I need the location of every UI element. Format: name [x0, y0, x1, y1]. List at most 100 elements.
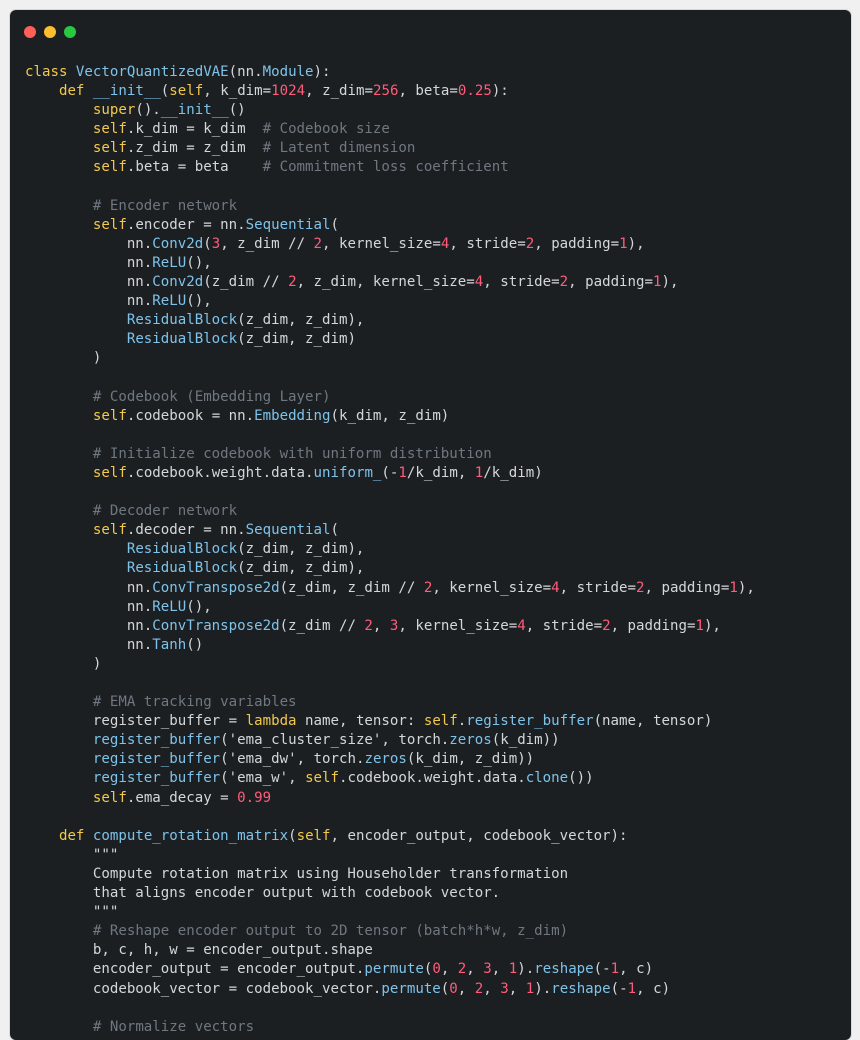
code-token: () [186, 636, 204, 653]
code-line: b, c, h, w = encoder_output.shape [25, 941, 755, 960]
code-token: .codebook = nn. [126, 407, 255, 424]
code-token: self [92, 789, 127, 806]
code-token: .codebook.weight.data. [126, 464, 314, 481]
maximize-button[interactable] [64, 26, 76, 38]
code-token: (nn. [228, 64, 263, 80]
code-line: ​ [25, 808, 755, 827]
code-token: , [457, 980, 475, 997]
code-token: , [440, 961, 458, 978]
code-token: 2 [288, 274, 297, 291]
code-token: (z_dim // [279, 617, 365, 634]
code-line: # EMA tracking variables [25, 693, 755, 712]
minimize-button[interactable] [44, 26, 56, 38]
code-token: 1 [627, 980, 637, 997]
code-token: __init__ [160, 102, 229, 119]
code-token: 1 [508, 961, 518, 978]
code-token: ResidualBlock [126, 560, 238, 577]
code-line: self.k_dim = k_dim # Codebook size [25, 120, 755, 139]
code-token: , torch. [381, 732, 450, 749]
code-token: .beta = beta [126, 159, 263, 176]
code-token: 3 [483, 961, 492, 978]
code-token: (k_dim)) [491, 732, 560, 749]
code-token: ReLU [152, 254, 187, 271]
code-line: encoder_output = encoder_output.permute (… [25, 960, 755, 979]
code-token: , k_dim= [203, 83, 272, 100]
code-token: , beta= [398, 83, 458, 100]
code-token: . [457, 713, 467, 730]
code-token: # Codebook size [262, 121, 390, 138]
code-token: /k_dim, [406, 464, 475, 481]
code-token: 2 [364, 617, 373, 634]
code-token: self [92, 522, 127, 539]
code-token: """ [25, 904, 119, 921]
code-token: ( [220, 770, 229, 787]
code-token: (), [186, 293, 212, 310]
code-line: register_buffer('ema_dw', torch.zeros(k_… [25, 750, 755, 769]
code-line: super().__init__() [25, 101, 755, 120]
code-token: Sequential [245, 522, 331, 539]
code-token: , [288, 770, 306, 787]
code-token: 0.99 [237, 789, 272, 806]
code-token: b, c, h, w = encoder_output.shape [25, 942, 373, 959]
code-token: that aligns encoder output with codebook… [25, 885, 501, 902]
code-token: VectorQuantizedVAE [75, 64, 229, 80]
code-line: nn.ReLU(), [25, 598, 755, 617]
code-token: register_buffer [92, 732, 221, 749]
code-token: , c) [636, 980, 671, 997]
code-token: (k_dim, z_dim)) [406, 751, 535, 768]
code-token: self [169, 83, 204, 100]
code-token: , [372, 617, 390, 634]
code-token: (z_dim, z_dim), [237, 560, 365, 577]
code-line: self.ema_decay = 0.99 [25, 789, 755, 808]
close-button[interactable] [24, 26, 36, 38]
code-token: , z_dim // [220, 235, 314, 252]
code-token: 'ema_w' [228, 770, 289, 787]
code-token: ) [25, 655, 102, 672]
code-token: self [296, 827, 331, 844]
code-line: ​ [25, 369, 755, 388]
code-token: # EMA tracking variables [92, 694, 297, 711]
code-token: (- [381, 464, 399, 481]
code-token: Conv2d [152, 274, 204, 291]
code-line: ​ [25, 426, 755, 445]
code-line: ) [25, 655, 755, 674]
code-token: reshape [534, 961, 594, 978]
code-line: nn.Tanh() [25, 636, 755, 655]
code-token: Tanh [152, 636, 187, 653]
code-token: 1 [610, 961, 620, 978]
code-line: nn.ConvTranspose2d(z_dim // 2, 3, kernel… [25, 617, 755, 636]
code-token: ReLU [152, 598, 187, 615]
code-line: ResidualBlock(z_dim, z_dim), [25, 540, 755, 559]
code-token: nn. [25, 617, 153, 634]
code-line: # Reshape encoder output to 2D tensor (b… [25, 922, 755, 941]
code-token: 3 [211, 235, 221, 252]
code-token: 3 [500, 980, 509, 997]
code-token: , z_dim= [305, 83, 373, 100]
code-token: """ [25, 846, 119, 863]
code-token: (- [593, 961, 611, 978]
code-line: ​ [25, 178, 755, 197]
code-token: ( [220, 751, 229, 768]
code-token: , stride= [559, 579, 636, 596]
code-token: , padding= [534, 235, 620, 252]
code-token: # Initialize codebook with uniform distr… [92, 445, 492, 462]
code-token: ): [491, 83, 509, 100]
code-line: self.decoder = nn.Sequential( [25, 521, 755, 540]
code-token: (name, tensor) [593, 713, 713, 730]
code-token: ), [661, 274, 679, 291]
code-token: nn. [25, 636, 153, 653]
code-token: # Commitment loss coefficient [262, 159, 509, 176]
code-token: .k_dim = k_dim [126, 121, 263, 138]
code-line: register_buffer = lambda name, tensor: s… [25, 712, 755, 731]
